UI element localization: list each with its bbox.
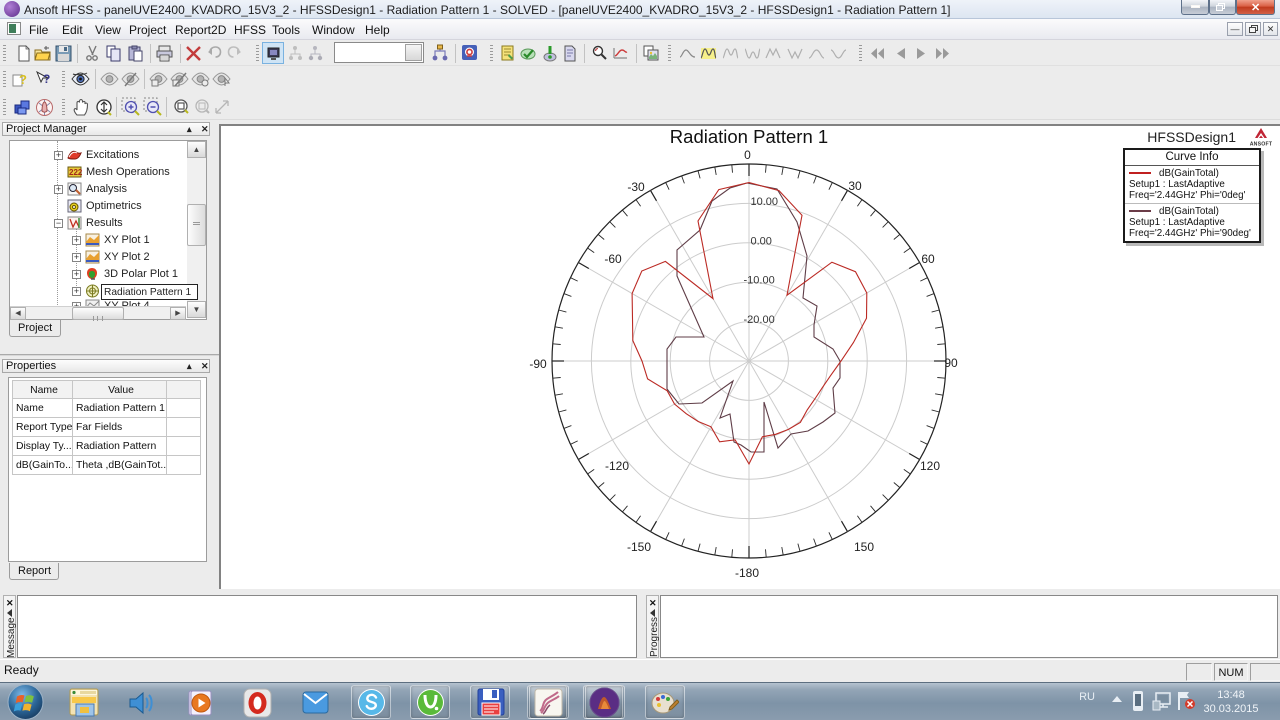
svg-text:120: 120 <box>920 459 940 473</box>
svg-text:30: 30 <box>848 179 862 193</box>
svg-text:-10.00: -10.00 <box>744 275 775 287</box>
svg-text:-120: -120 <box>605 459 629 473</box>
svg-text:222: 222 <box>69 168 82 177</box>
svg-text:60: 60 <box>921 252 935 266</box>
svg-text:-90: -90 <box>529 357 547 371</box>
svg-text:-150: -150 <box>627 540 651 554</box>
svg-text:?: ? <box>43 72 50 86</box>
svg-text:-60: -60 <box>604 252 622 266</box>
svg-text:-20.00: -20.00 <box>744 314 775 326</box>
svg-text:?: ? <box>19 72 27 87</box>
svg-text:-30: -30 <box>627 180 645 194</box>
svg-text:90: 90 <box>944 356 958 370</box>
svg-text:0: 0 <box>744 148 751 162</box>
svg-text:-180: -180 <box>735 566 759 580</box>
svg-text:10.00: 10.00 <box>751 196 779 208</box>
svg-text:0.00: 0.00 <box>751 235 772 247</box>
svg-text:150: 150 <box>854 540 874 554</box>
